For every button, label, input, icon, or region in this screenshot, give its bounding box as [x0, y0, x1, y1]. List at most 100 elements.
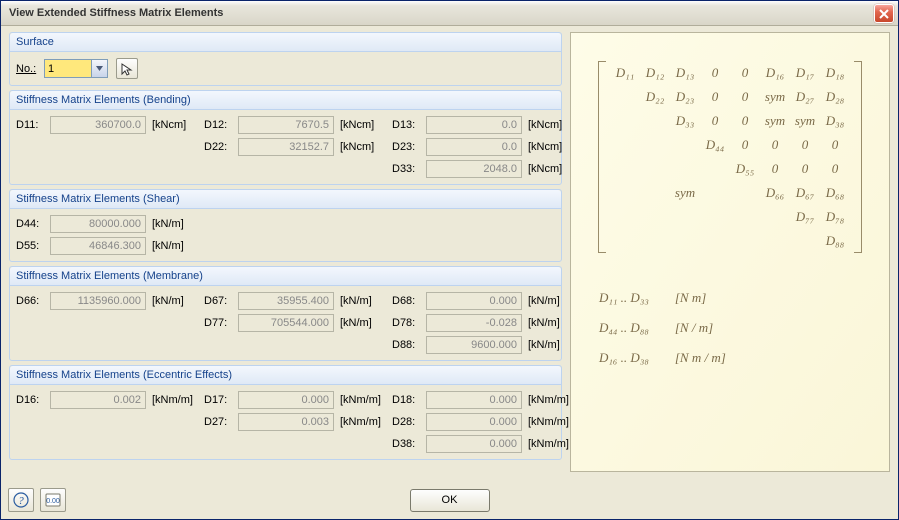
matrix-cell: [790, 229, 820, 253]
matrix-cell: 0: [790, 157, 820, 181]
matrix-cell: D₁₁: [610, 61, 640, 85]
d13-field: [426, 116, 522, 134]
surface-no-combo[interactable]: [44, 59, 108, 78]
matrix-cell: [670, 229, 700, 253]
d23-unit: [kNcm]: [528, 141, 574, 153]
matrix-cell: [730, 181, 760, 205]
matrix-cell: [640, 181, 670, 205]
d13-label: D13:: [392, 119, 420, 131]
d22-label: D22:: [204, 141, 232, 153]
matrix-cell: [700, 205, 730, 229]
d66-label: D66:: [16, 295, 44, 307]
surface-group: Surface No.:: [9, 32, 562, 86]
window-title: View Extended Stiffness Matrix Elements: [9, 7, 223, 19]
d78-field: [426, 314, 522, 332]
matrix-cell: sym: [790, 109, 820, 133]
matrix-cell: D₈₈: [820, 229, 850, 253]
legend-r3-range: D₁₆ .. D₃₈: [599, 343, 649, 373]
bending-group-title: Stiffness Matrix Elements (Bending): [10, 91, 561, 110]
legend-r1-unit: [N m]: [675, 283, 706, 313]
d66-field: [50, 292, 146, 310]
membrane-group: Stiffness Matrix Elements (Membrane) D66…: [9, 266, 562, 361]
d77-unit: [kN/m]: [340, 317, 386, 329]
help-button[interactable]: ?: [8, 488, 34, 512]
matrix-cell: [640, 157, 670, 181]
d77-label: D77:: [204, 317, 232, 329]
surface-no-dropdown-button[interactable]: [92, 59, 108, 78]
d33-unit: [kNcm]: [528, 163, 574, 175]
d27-label: D27:: [204, 416, 232, 428]
matrix-cell: [610, 181, 640, 205]
decimals-icon: 0.00: [45, 492, 61, 508]
right-bracket: [854, 61, 862, 253]
matrix-cell: [700, 181, 730, 205]
d68-field: [426, 292, 522, 310]
ok-button[interactable]: OK: [410, 489, 490, 512]
d17-unit: [kNm/m]: [340, 394, 386, 406]
matrix-cell: D₂₇: [790, 85, 820, 109]
matrix-cell: D₁₈: [820, 61, 850, 85]
pick-surface-button[interactable]: [116, 58, 138, 79]
d33-field: [426, 160, 522, 178]
matrix-cell: D₂₂: [640, 85, 670, 109]
matrix-cell: 0: [700, 85, 730, 109]
units-button[interactable]: 0.00: [40, 488, 66, 512]
eccentric-group: Stiffness Matrix Elements (Eccentric Eff…: [9, 365, 562, 460]
d38-field: [426, 435, 522, 453]
d38-label: D38:: [392, 438, 420, 450]
d28-field: [426, 413, 522, 431]
eccentric-group-title: Stiffness Matrix Elements (Eccentric Eff…: [10, 366, 561, 385]
matrix-cell: 0: [730, 61, 760, 85]
matrix-cell: sym: [670, 181, 700, 205]
d27-field: [238, 413, 334, 431]
d18-label: D18:: [392, 394, 420, 406]
d88-unit: [kN/m]: [528, 339, 574, 351]
d78-unit: [kN/m]: [528, 317, 574, 329]
matrix-cell: D₆₈: [820, 181, 850, 205]
d12-unit: [kNcm]: [340, 119, 386, 131]
matrix-cell: [610, 109, 640, 133]
titlebar: View Extended Stiffness Matrix Elements: [1, 1, 898, 26]
close-button[interactable]: [874, 4, 894, 23]
matrix-cell: 0: [730, 109, 760, 133]
d55-field: [50, 237, 146, 255]
d67-unit: [kN/m]: [340, 295, 386, 307]
matrix-cell: [610, 133, 640, 157]
matrix-cell: [610, 229, 640, 253]
d67-field: [238, 292, 334, 310]
d28-unit: [kNm/m]: [528, 416, 574, 428]
matrix-cell: D₅₅: [730, 157, 760, 181]
matrix-cell: [610, 205, 640, 229]
d55-unit: [kN/m]: [152, 240, 198, 252]
d12-field: [238, 116, 334, 134]
matrix-cell: D₇₈: [820, 205, 850, 229]
d22-unit: [kNcm]: [340, 141, 386, 153]
matrix-diagram-panel: D₁₁D₁₂D₁₃00D₁₆D₁₇D₁₈D₂₂D₂₃00symD₂₇D₂₈D₃₃…: [570, 32, 890, 472]
matrix-cell: 0: [730, 85, 760, 109]
surface-no-input[interactable]: [44, 59, 92, 78]
matrix-cell: sym: [760, 109, 790, 133]
legend-r1-range: D₁₁ .. D₃₃: [599, 283, 649, 313]
close-icon: [879, 9, 889, 19]
matrix-cell: [610, 157, 640, 181]
matrix-cell: [670, 133, 700, 157]
d44-unit: [kN/m]: [152, 218, 198, 230]
matrix-cell: D₃₃: [670, 109, 700, 133]
matrix-cell: D₄₄: [700, 133, 730, 157]
matrix-cell: sym: [760, 85, 790, 109]
d27-unit: [kNm/m]: [340, 416, 386, 428]
surface-no-label: No.:: [16, 63, 40, 75]
help-icon: ?: [13, 492, 29, 508]
d44-field: [50, 215, 146, 233]
d88-field: [426, 336, 522, 354]
bending-group: Stiffness Matrix Elements (Bending) D11:…: [9, 90, 562, 185]
d68-label: D68:: [392, 295, 420, 307]
matrix-cell: 0: [700, 109, 730, 133]
matrix-cell: 0: [760, 133, 790, 157]
matrix-cell: 0: [790, 133, 820, 157]
d77-field: [238, 314, 334, 332]
matrix-cell: [640, 229, 670, 253]
matrix-cell: D₁₆: [760, 61, 790, 85]
surface-group-title: Surface: [16, 36, 146, 48]
d16-label: D16:: [16, 394, 44, 406]
